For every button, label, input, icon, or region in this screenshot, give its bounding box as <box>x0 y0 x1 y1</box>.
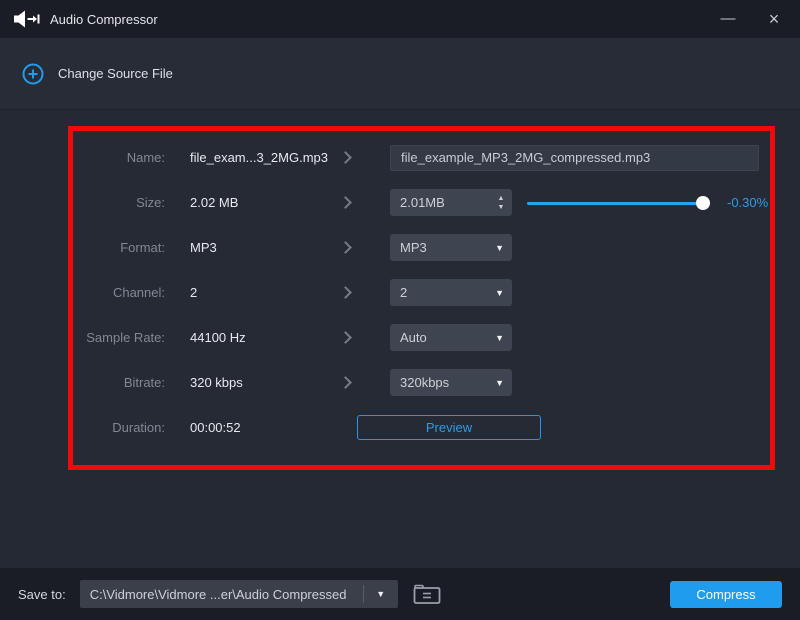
bitrate-label: Bitrate: <box>123 375 165 390</box>
chevron-right-icon <box>338 376 352 389</box>
size-input[interactable] <box>390 195 490 210</box>
browse-folder-button[interactable] <box>411 580 443 608</box>
channel-value: 2 <box>190 285 198 300</box>
save-path-box: ▼ <box>79 580 398 608</box>
dropdown-arrow-icon: ▼ <box>495 287 504 298</box>
header-bar: Change Source File <box>0 38 800 110</box>
name-label: Name: <box>126 150 165 165</box>
footer-bar: Save to: ▼ Compress <box>0 568 800 620</box>
name-row: Name: file_exam...3_2MG.mp3 <box>73 135 770 180</box>
path-dropdown-arrow-icon[interactable]: ▼ <box>364 589 398 599</box>
bitrate-dropdown-value: 320kbps <box>400 375 450 390</box>
window-title: Audio Compressor <box>50 11 158 27</box>
dropdown-arrow-icon: ▼ <box>495 242 504 253</box>
compression-percent: -0.30% <box>727 195 769 210</box>
chevron-right-icon <box>338 241 352 254</box>
minimize-button[interactable]: — <box>716 10 740 28</box>
save-to-label: Save to: <box>18 586 66 602</box>
size-row: Size: 2.02 MB ▲ ▼ <box>73 180 770 225</box>
chevron-right-icon <box>338 286 352 299</box>
bitrate-dropdown[interactable]: 320kbps ▼ <box>390 369 512 396</box>
format-dropdown[interactable]: MP3 ▼ <box>390 234 512 261</box>
output-name-input[interactable] <box>390 144 759 171</box>
slider-handle[interactable] <box>696 195 710 210</box>
preview-button[interactable]: Preview <box>357 415 541 440</box>
speaker-compress-icon <box>14 10 40 28</box>
sample-rate-value: 44100 Hz <box>190 330 246 345</box>
title-bar: Audio Compressor — × <box>0 0 800 38</box>
duration-label: Duration: <box>112 420 165 435</box>
close-button[interactable]: × <box>762 10 786 28</box>
duration-value: 00:00:52 <box>190 420 241 435</box>
save-path-input[interactable] <box>79 586 363 602</box>
sample-rate-label: Sample Rate: <box>86 330 165 345</box>
sample-rate-dropdown-value: Auto <box>400 330 427 345</box>
size-spinner: ▲ ▼ <box>390 189 512 216</box>
channel-dropdown[interactable]: 2 ▼ <box>390 279 512 306</box>
size-slider[interactable] <box>527 195 710 210</box>
dropdown-arrow-icon: ▼ <box>495 377 504 388</box>
main-area: Name: file_exam...3_2MG.mp3 Size: 2.02 M… <box>0 111 800 568</box>
channel-label: Channel: <box>112 285 165 300</box>
chevron-right-icon <box>338 196 352 209</box>
settings-panel-highlighted: Name: file_exam...3_2MG.mp3 Size: 2.02 M… <box>68 126 775 470</box>
dropdown-arrow-icon: ▼ <box>495 332 504 343</box>
compress-button[interactable]: Compress <box>670 580 782 608</box>
format-dropdown-value: MP3 <box>400 240 427 255</box>
audio-compressor-window: Audio Compressor — × Change Source File … <box>0 0 800 620</box>
format-row: Format: MP3 MP3 ▼ <box>73 225 770 270</box>
sample-rate-dropdown[interactable]: Auto ▼ <box>390 324 512 351</box>
size-label: Size: <box>136 195 165 210</box>
size-value: 2.02 MB <box>190 195 239 210</box>
format-value: MP3 <box>190 240 217 255</box>
slider-track[interactable] <box>527 201 710 205</box>
chevron-right-icon <box>338 331 352 344</box>
chevron-right-icon <box>338 151 352 164</box>
sample-rate-row: Sample Rate: 44100 Hz Auto ▼ <box>73 315 770 360</box>
bitrate-value: 320 kbps <box>190 375 243 390</box>
spinner-up-icon[interactable]: ▲ <box>498 195 505 202</box>
bitrate-row: Bitrate: 320 kbps 320kbps ▼ <box>73 360 770 405</box>
channel-row: Channel: 2 2 ▼ <box>73 270 770 315</box>
add-plus-icon <box>22 63 44 85</box>
name-value: file_exam...3_2MG.mp3 <box>190 150 329 165</box>
spinner-down-icon[interactable]: ▼ <box>498 204 505 211</box>
channel-dropdown-value: 2 <box>400 285 408 300</box>
change-source-file-button[interactable]: Change Source File <box>58 66 173 81</box>
duration-row: Duration: 00:00:52 Preview <box>73 405 770 450</box>
format-label: Format: <box>120 240 165 255</box>
folder-icon <box>413 584 441 604</box>
